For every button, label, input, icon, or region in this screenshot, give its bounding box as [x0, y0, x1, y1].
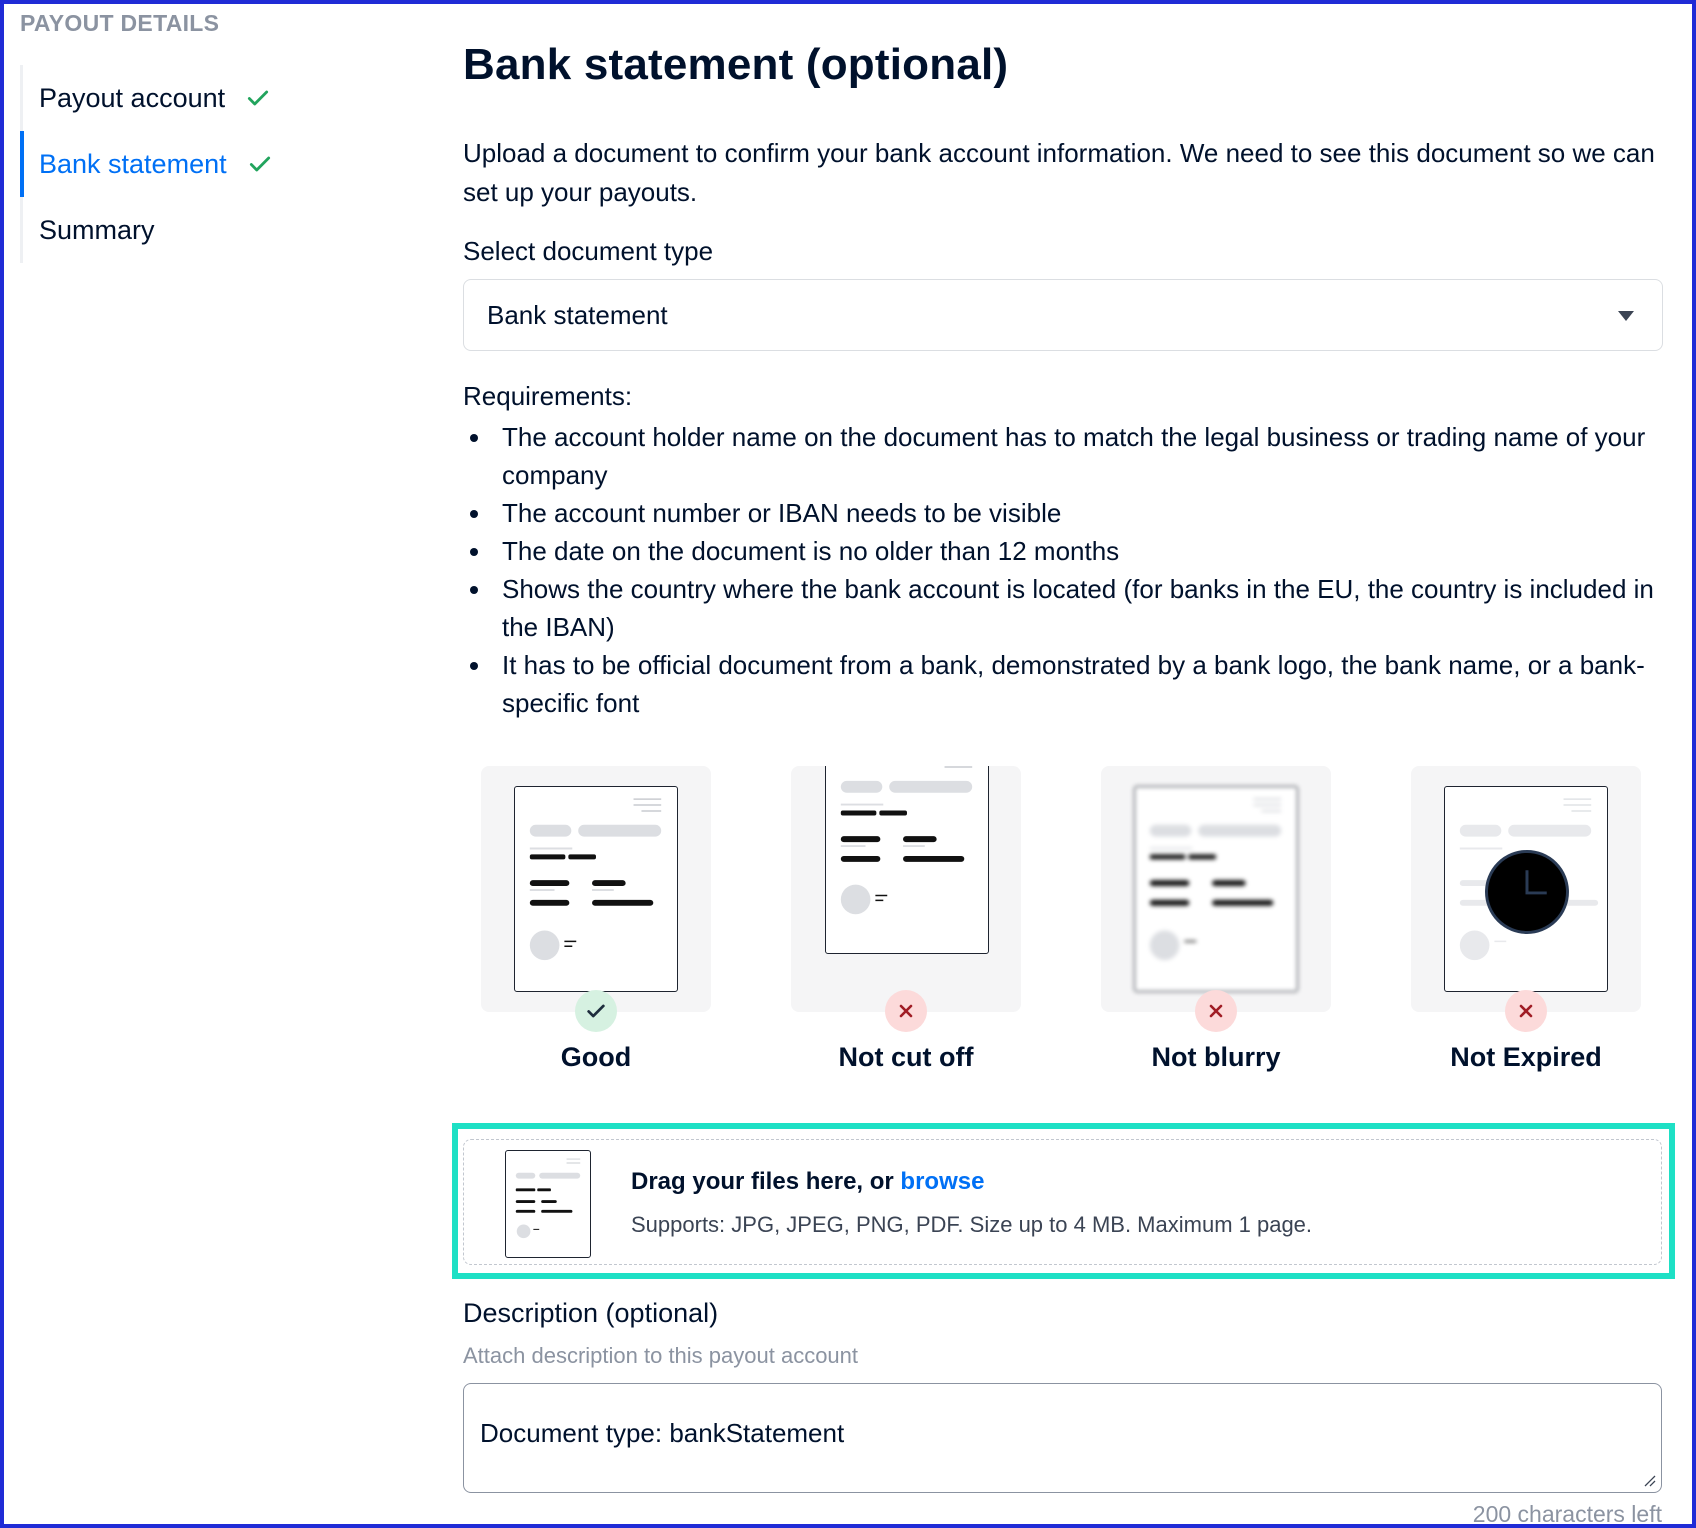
requirement-item: The account number or IBAN needs to be v…	[463, 494, 1663, 532]
caret-down-icon	[1618, 311, 1634, 321]
x-icon	[1519, 1004, 1533, 1018]
requirement-item: The account holder name on the document …	[463, 418, 1663, 494]
sidebar-item-label: Payout account	[39, 82, 226, 113]
requirements-list: The account holder name on the document …	[463, 418, 1663, 722]
document-illustration	[1444, 786, 1608, 992]
browse-link[interactable]: browse	[900, 1168, 984, 1195]
description-value: Document type: bankStatement	[480, 1418, 845, 1448]
description-label: Description (optional)	[463, 1298, 719, 1328]
document-type-select[interactable]: Bank statement	[463, 279, 1663, 351]
upload-text: Drag your files here, or browse Supports…	[631, 1168, 1312, 1238]
example-card	[791, 766, 1021, 1012]
document-illustration	[514, 786, 678, 992]
example-not-cut-off: Not cut off	[791, 766, 1021, 1073]
example-card	[481, 766, 711, 1012]
document-type-value: Bank statement	[487, 299, 668, 330]
example-label: Good	[560, 1042, 632, 1072]
requirements-title: Requirements:	[463, 381, 633, 411]
description-help: Attach description to this payout accoun…	[463, 1343, 859, 1368]
example-label: Not cut off	[838, 1042, 974, 1072]
x-badge	[885, 990, 927, 1032]
document-icon	[505, 1150, 591, 1258]
description-textarea[interactable]: Document type: bankStatement	[463, 1383, 1662, 1493]
example-good: Good	[481, 766, 711, 1073]
upload-title-text: Drag your files here, or	[631, 1168, 894, 1195]
sidebar-item-payout-account[interactable]: Payout account	[23, 65, 400, 131]
requirement-item: The date on the document is no older tha…	[463, 532, 1663, 570]
example-label: Not blurry	[1151, 1042, 1281, 1072]
check-badge	[575, 990, 617, 1032]
example-not-expired: Not Expired	[1411, 766, 1641, 1073]
x-badge	[1195, 990, 1237, 1032]
page-title: Bank statement (optional)	[463, 40, 1009, 89]
example-card	[1411, 766, 1641, 1012]
file-dropzone[interactable]: Drag your files here, or browse Supports…	[463, 1139, 1662, 1265]
resize-handle-icon[interactable]	[1641, 1472, 1657, 1488]
sidebar-item-bank-statement[interactable]: Bank statement	[20, 131, 400, 197]
check-icon	[249, 156, 270, 172]
description-section: Description (optional) Attach descriptio…	[463, 1298, 1662, 1528]
document-illustration	[1134, 786, 1298, 992]
sidebar-item-label: Summary	[39, 214, 155, 245]
sidebar-heading: PAYOUT DETAILS	[20, 10, 220, 36]
example-label: Not Expired	[1450, 1042, 1602, 1072]
clock-icon	[1485, 849, 1569, 934]
upload-title: Drag your files here, or browse	[631, 1168, 1312, 1196]
x-icon	[899, 1004, 913, 1018]
example-not-blurry: Not blurry	[1101, 766, 1331, 1073]
requirement-item: Shows the country where the bank account…	[463, 570, 1663, 646]
characters-left-counter: 200 characters left	[1472, 1501, 1662, 1527]
sidebar-item-label: Bank statement	[39, 148, 227, 179]
check-icon	[248, 90, 269, 106]
document-illustration	[825, 766, 989, 954]
x-icon	[1209, 1004, 1223, 1018]
main-content: Bank statement (optional) Upload a docum…	[463, 40, 1663, 1101]
example-card	[1101, 766, 1331, 1012]
document-type-label: Select document type	[463, 236, 714, 266]
sidebar-nav: Payout account Bank statement Summary	[20, 65, 400, 263]
intro-text: Upload a document to confirm your bank a…	[463, 138, 1655, 207]
upload-supports: Supports: JPG, JPEG, PNG, PDF. Size up t…	[631, 1212, 1313, 1237]
x-badge	[1505, 990, 1547, 1032]
document-examples: Good Not cut off Not blurry Not Expired	[463, 766, 1663, 1073]
sidebar-item-summary[interactable]: Summary	[23, 197, 400, 263]
check-icon	[587, 1004, 605, 1018]
requirement-item: It has to be official document from a ba…	[463, 646, 1663, 722]
sidebar: PAYOUT DETAILS Payout account Bank state…	[20, 10, 400, 263]
